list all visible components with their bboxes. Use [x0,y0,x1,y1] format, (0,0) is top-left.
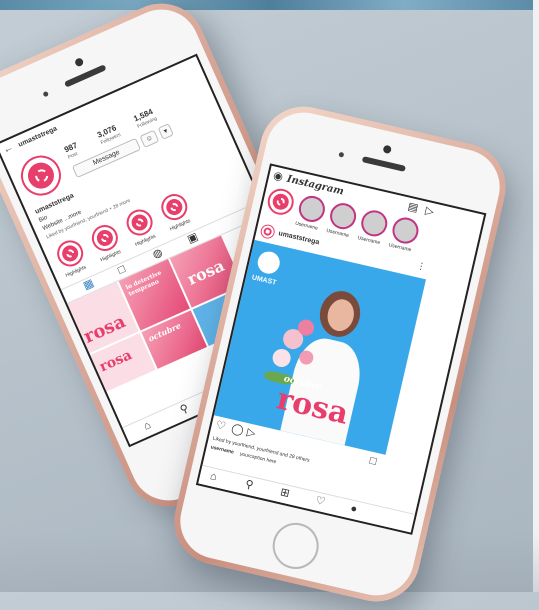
story-username: Username [325,227,350,239]
search-icon[interactable]: ⚲ [178,402,190,416]
home-icon[interactable]: ⌂ [209,470,218,483]
reels-tab-icon[interactable]: □ [116,263,127,277]
saved-tab-icon[interactable]: ▣ [186,231,200,246]
umast-brand-logo [255,249,282,276]
direct-message-icon[interactable]: ▷ [424,205,435,219]
story-username: Username [356,235,381,247]
follow-user-button[interactable]: ☺ [139,129,160,148]
story-username: Username [294,220,319,232]
post-more-icon[interactable]: ⋮ [416,260,427,272]
add-user-icon: ☺ [144,134,155,144]
post-image[interactable]: UMAST rosa octubre [213,239,426,455]
your-story[interactable] [265,186,297,218]
igtv-icon[interactable]: ▤ [407,201,420,215]
brand-name: UMAST [251,274,277,287]
grid-tab-icon[interactable]: ▦ [81,277,95,292]
bookmark-icon[interactable]: □ [368,455,377,468]
search-icon[interactable]: ⚲ [244,478,255,492]
tile-word: rosa [97,347,135,376]
comment-icon[interactable]: ◯ [230,423,245,437]
back-arrow-icon[interactable]: ← [2,142,16,156]
chevron-down-icon: ▾ [162,127,169,136]
umast-logo-icon [262,226,273,237]
share-icon[interactable]: ▷ [246,426,257,440]
umast-logo-icon [271,192,291,212]
camera-icon[interactable]: ◉ [272,170,284,184]
post-username[interactable]: umaststrega [278,230,320,246]
umast-logo-icon [129,211,151,234]
story-circle[interactable] [296,193,328,225]
more-options-button[interactable]: ▾ [157,123,174,140]
profile-icon[interactable]: ● [349,502,358,515]
home-icon[interactable]: ⌂ [142,419,153,433]
post-avatar[interactable] [259,223,277,240]
tile-word: rosa [184,255,228,289]
tagged-tab-icon[interactable]: ◍ [151,246,165,261]
caption-username[interactable]: username [210,444,234,455]
story-circle[interactable] [358,207,390,239]
background-top-band [0,0,539,10]
background-right-edge [533,0,539,592]
profile-avatar[interactable] [14,149,68,202]
bio-text: Bio [38,214,49,224]
story-username: Username [388,242,412,254]
story-circle[interactable] [389,214,422,247]
umast-logo-icon [94,227,116,249]
like-heart-icon[interactable]: ♡ [215,419,227,433]
activity-heart-icon[interactable]: ♡ [314,494,326,508]
umast-logo-icon [163,196,185,218]
story-circle[interactable] [327,200,359,232]
umast-logo-icon [59,242,81,264]
flower [270,347,293,369]
add-post-icon[interactable]: ⊞ [279,486,291,500]
umast-logo-icon [23,158,59,193]
